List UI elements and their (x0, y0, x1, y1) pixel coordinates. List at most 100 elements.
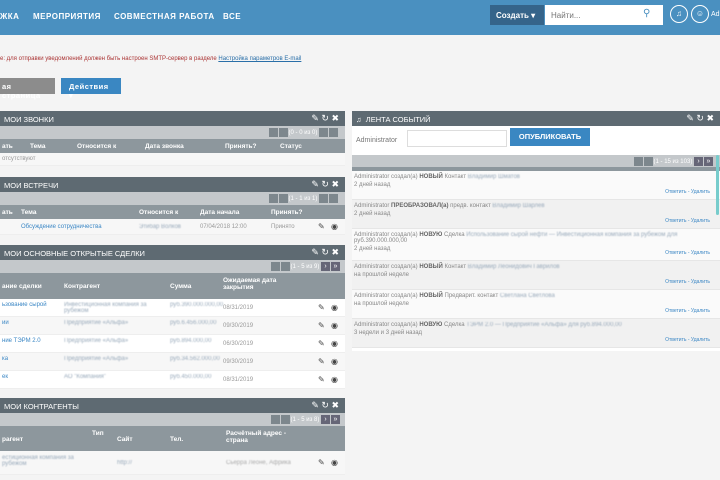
accounts-dashlet: МОИ КОНТРАГЕНТЫ ✎ ↻ ✖ (1 - 5 из 8) ›» раг… (0, 398, 345, 475)
notifications-icon[interactable]: ♫ (670, 5, 688, 23)
col-account[interactable]: Контрагент (64, 283, 100, 290)
col-type[interactable]: Тип (92, 430, 104, 437)
feed-verb: НОВЫЙ (419, 293, 443, 299)
deal-name-link[interactable]: ние ТЭРМ 2.0 (2, 338, 57, 344)
col-name[interactable]: ание сделки (2, 283, 42, 290)
deal-name-link[interactable]: ии (2, 320, 57, 326)
home-page-button[interactable]: ая страница (0, 78, 55, 100)
col-amount[interactable]: Сумма (170, 283, 191, 290)
col-subject[interactable]: Тема (21, 209, 37, 216)
edit-icon[interactable]: ✎ (318, 339, 325, 348)
next-page-button[interactable]: › (321, 262, 330, 271)
view-icon[interactable]: ◉ (331, 458, 338, 467)
account-link[interactable]: естиционная компания за рубежом (2, 455, 82, 467)
feed-object-type: Сделка (442, 232, 467, 238)
meeting-subject-link[interactable]: Обсуждение сотрудничества (21, 224, 102, 230)
feed-object-link[interactable]: Владимир Леонидович Гаврилов (468, 264, 560, 270)
col-site[interactable]: Сайт (117, 436, 133, 443)
nav-item[interactable]: ЖКА (0, 12, 19, 21)
view-icon[interactable]: ◉ (331, 375, 338, 384)
last-page-button[interactable]: » (331, 262, 340, 271)
col[interactable]: ать (2, 209, 13, 216)
account-link[interactable]: Инвестиционная компания за рубежом (64, 302, 159, 314)
col-accept[interactable]: Принять? (225, 143, 257, 150)
empty-text: отсутствуют (2, 156, 36, 162)
view-icon[interactable]: ◉ (331, 303, 338, 312)
table-header: рагент Тип Сайт Тел. Расчётный адрес - с… (0, 426, 345, 451)
search-icon[interactable]: ⚲ (643, 8, 650, 19)
account-link[interactable]: Предприятие «Альфа» (64, 338, 159, 344)
feed-object-link[interactable]: Использование сырой нефти — Инвестиционн… (466, 232, 677, 238)
create-button[interactable]: Создать ▾ (490, 5, 544, 25)
account-link[interactable]: АО "Компания" (64, 374, 159, 380)
last-page-button[interactable] (329, 128, 338, 137)
email-settings-link[interactable]: Настройка параметров E-mail (218, 56, 301, 62)
feed-object-link[interactable]: Владимир Шматов (468, 174, 520, 180)
nav-item-all[interactable]: ВСЕ (223, 12, 241, 21)
view-icon[interactable]: ◉ (331, 222, 338, 231)
deal-rows: ьзование сырой Инвестиционная компания з… (0, 299, 345, 389)
warning-text: е: для отправки уведомлений должен быть … (0, 56, 219, 62)
nav-item-collab[interactable]: СОВМЕСТНАЯ РАБОТА (114, 12, 215, 21)
deal-name-link[interactable]: ек (2, 374, 57, 380)
view-icon[interactable]: ◉ (331, 339, 338, 348)
user-name[interactable]: Ad (711, 11, 720, 18)
feed-object-link[interactable]: Владимир Шарлев (492, 203, 544, 209)
pager-count: (0 - 0 из 0) (288, 130, 318, 137)
dashlet-tools[interactable]: ✎ ↻ ✖ (311, 400, 339, 411)
account-link[interactable]: Предприятие «Альфа» (64, 356, 159, 362)
feed-item: Administrator ПРЕОБРАЗОВАЛ(а) предв. кон… (352, 200, 720, 229)
edit-icon[interactable]: ✎ (318, 357, 325, 366)
table-row: ьзование сырой Инвестиционная компания з… (0, 299, 345, 317)
dashlet-tools[interactable]: ✎ ↻ ✖ (686, 113, 714, 124)
col-accept[interactable]: Принять? (271, 209, 303, 216)
next-page-button[interactable] (319, 128, 328, 137)
deal-name-link[interactable]: ка (2, 356, 57, 362)
reply-delete-links[interactable]: Ответить - Удалить (665, 308, 710, 314)
feed-verb: НОВЫЙ (419, 174, 443, 180)
reply-delete-links[interactable]: Ответить - Удалить (665, 250, 710, 256)
feed-extra: руб.390.000.000,00 (354, 238, 408, 244)
col-related[interactable]: Относится к (77, 143, 116, 150)
feed-verb: ПРЕОБРАЗОВАЛ(а) (391, 203, 449, 209)
user-icon[interactable]: ☺ (691, 5, 709, 23)
col-start[interactable]: Дата начала (200, 209, 239, 216)
col-country[interactable]: Расчётный адрес - страна (226, 430, 306, 444)
amount: руб.6.456.000,00 (170, 320, 217, 326)
nav-item-events[interactable]: МЕРОПРИЯТИЯ (33, 12, 101, 21)
related-link[interactable]: Этибар Волков (139, 224, 181, 230)
scrollbar[interactable] (716, 155, 719, 215)
feed-actor: Administrator (354, 203, 392, 209)
col-related[interactable]: Относится к (139, 209, 178, 216)
dashlet-tools[interactable]: ✎ ↻ ✖ (311, 179, 339, 190)
edit-icon[interactable]: ✎ (318, 321, 325, 330)
feed-object-link[interactable]: Светлана Светлова (500, 293, 555, 299)
view-icon[interactable]: ◉ (331, 321, 338, 330)
site-link[interactable]: http:// (117, 460, 132, 466)
edit-icon[interactable]: ✎ (318, 303, 325, 312)
col-phone[interactable]: Тел. (170, 436, 183, 443)
col-subject[interactable]: Тема (30, 143, 46, 150)
actions-button[interactable]: Действия ▾ (61, 78, 121, 100)
dashlet-tools[interactable]: ✎ ↻ ✖ (311, 247, 339, 258)
reply-delete-links[interactable]: Ответить - Удалить (665, 218, 710, 224)
col-date[interactable]: Дата звонка (145, 143, 184, 150)
edit-icon[interactable]: ✎ (318, 222, 325, 231)
view-icon[interactable]: ◉ (331, 357, 338, 366)
account-link[interactable]: Предприятие «Альфа» (64, 320, 159, 326)
edit-icon[interactable]: ✎ (318, 375, 325, 384)
reply-delete-links[interactable]: Ответить - Удалить (665, 279, 710, 285)
edit-icon[interactable]: ✎ (318, 458, 325, 467)
reply-delete-links[interactable]: Ответить - Удалить (665, 189, 710, 195)
col-status[interactable]: Статус (280, 143, 302, 150)
col[interactable]: ать (2, 143, 13, 150)
feed-actor: Administrator создал(а) (354, 293, 420, 299)
post-input[interactable] (407, 130, 507, 147)
dashlet-tools[interactable]: ✎ ↻ ✖ (311, 113, 339, 124)
publish-button[interactable]: ОПУБЛИКОВАТЬ (510, 128, 590, 146)
deal-name-link[interactable]: ьзование сырой (2, 302, 57, 308)
col-account[interactable]: рагент (2, 436, 23, 443)
reply-delete-links[interactable]: Ответить - Удалить (665, 337, 710, 343)
feed-object-link[interactable]: ТЭРМ 2.0 — Предприятие «Альфа» для руб.8… (466, 322, 622, 328)
col-close-date[interactable]: Ожидаемая дата закрытия (223, 277, 293, 291)
